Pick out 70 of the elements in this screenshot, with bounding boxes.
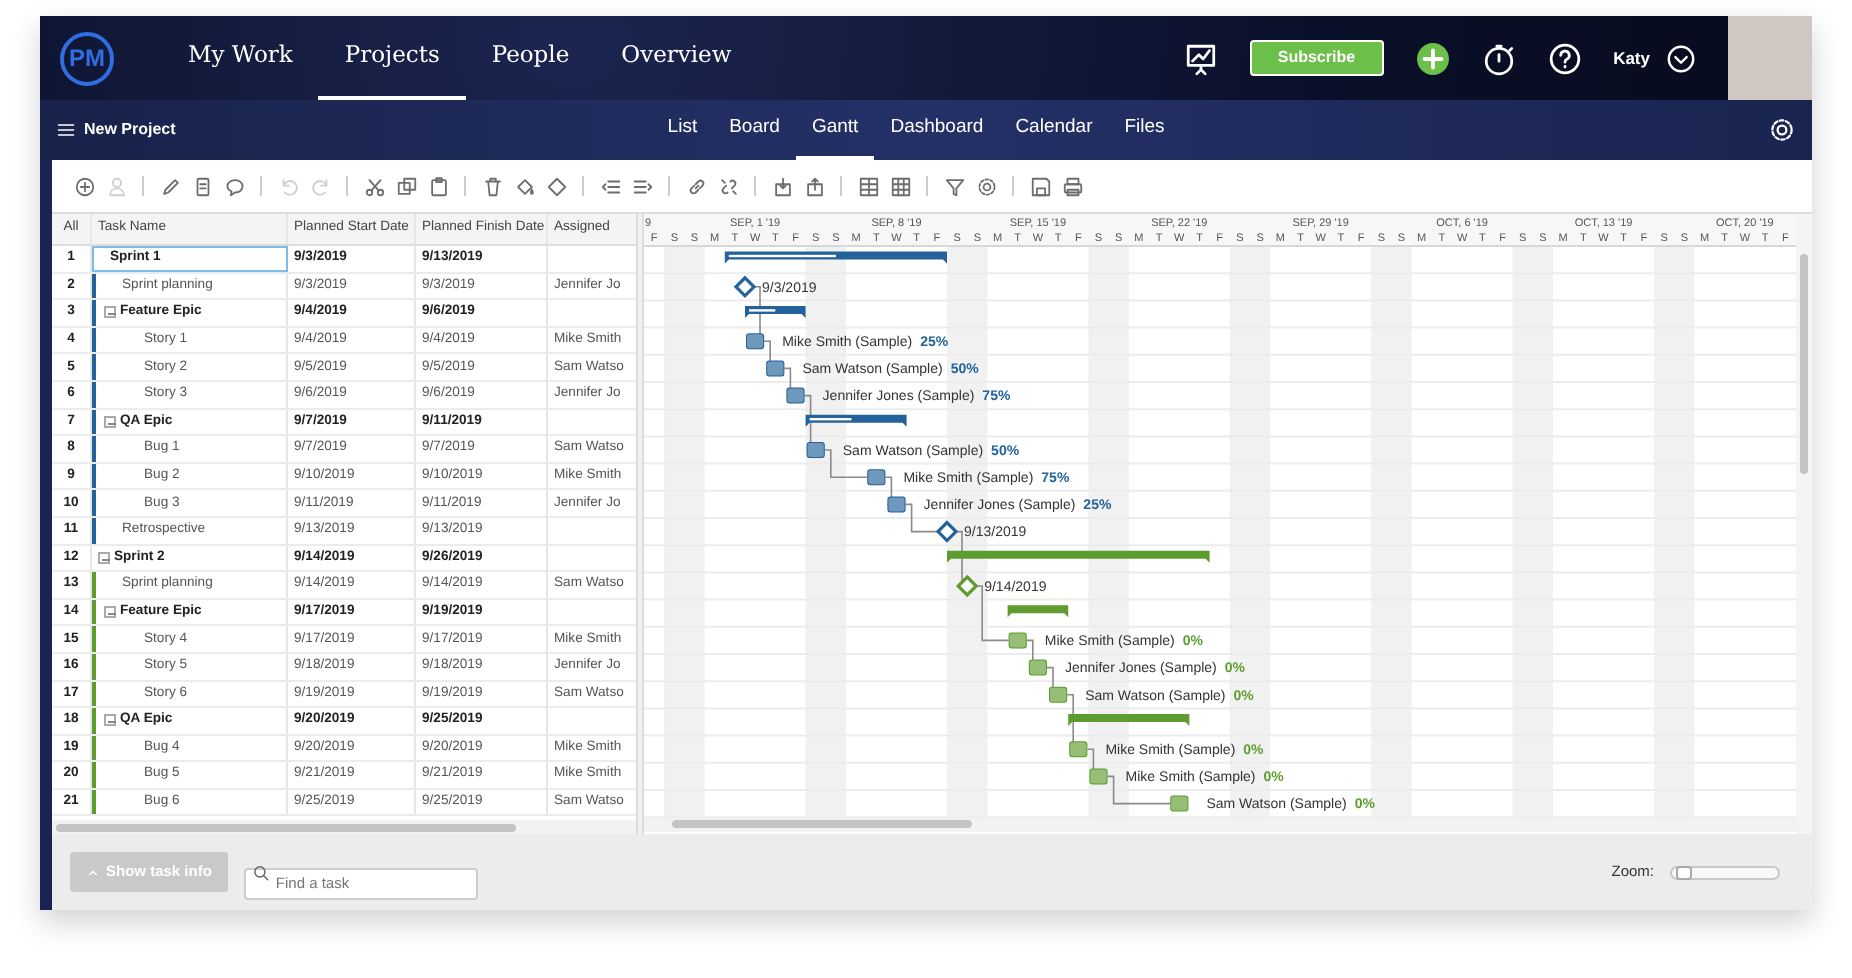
unlink-icon[interactable] — [717, 175, 739, 197]
clipboard-icon[interactable] — [427, 175, 449, 197]
milestone-diamond[interactable] — [935, 520, 959, 543]
task-bar[interactable] — [867, 469, 886, 486]
scissors-icon[interactable] — [363, 175, 385, 197]
scroll-bar[interactable] — [1796, 214, 1812, 834]
stopwatch-icon[interactable] — [1481, 41, 1516, 75]
zoom-slider[interactable] — [1670, 865, 1780, 879]
view-tab[interactable]: Dashboard — [874, 100, 1000, 160]
task-bar[interactable] — [1170, 795, 1189, 812]
trash-icon[interactable] — [481, 175, 503, 197]
logo[interactable]: PM — [60, 31, 114, 85]
search-icon — [251, 863, 270, 881]
paint-bucket-icon[interactable] — [513, 175, 535, 197]
link-icon[interactable] — [685, 175, 707, 197]
outdent-icon[interactable] — [599, 175, 621, 197]
collapse-icon[interactable] — [104, 306, 116, 319]
summary-bar[interactable] — [724, 251, 947, 264]
columns-icon[interactable] — [857, 175, 879, 197]
scroll-bar[interactable] — [52, 820, 636, 834]
photo-placeholder — [1728, 16, 1812, 100]
view-tab[interactable]: List — [651, 100, 714, 160]
print-icon[interactable] — [1061, 175, 1083, 197]
view-tab[interactable]: Calendar — [999, 100, 1109, 160]
summary-bar[interactable] — [805, 414, 907, 427]
user-name[interactable]: Katy — [1613, 45, 1650, 71]
nav-link[interactable]: My Work — [162, 16, 319, 100]
task-bar[interactable] — [1049, 686, 1068, 703]
nav-link[interactable]: People — [465, 16, 596, 100]
connector-line — [824, 449, 868, 478]
add-icon[interactable] — [1415, 41, 1450, 75]
summary-bar[interactable] — [947, 550, 1210, 563]
chevron-icon[interactable] — [1666, 43, 1696, 73]
task-bar[interactable] — [746, 333, 765, 350]
task-bar[interactable] — [766, 360, 785, 377]
menu-icon[interactable] — [56, 120, 76, 140]
summary-bar[interactable] — [745, 306, 806, 318]
document-icon[interactable] — [191, 175, 213, 197]
presentation-icon[interactable] — [1183, 41, 1218, 75]
view-tab[interactable]: Files — [1108, 100, 1181, 160]
summary-bar[interactable] — [1007, 605, 1069, 618]
task-bar[interactable] — [1028, 659, 1047, 676]
help-icon[interactable] — [1547, 41, 1582, 75]
diamond-icon[interactable] — [545, 175, 567, 197]
comment-icon[interactable] — [223, 175, 245, 197]
view-tab[interactable]: Board — [713, 100, 796, 160]
caret-icon — [86, 865, 100, 879]
task-bar[interactable] — [1089, 768, 1108, 785]
table-icon[interactable] — [889, 175, 911, 197]
import-icon[interactable] — [771, 175, 793, 197]
task-bar[interactable] — [887, 496, 906, 513]
project-title: New Project — [84, 118, 176, 142]
export-icon[interactable] — [803, 175, 825, 197]
collapse-icon[interactable] — [104, 714, 116, 727]
summary-bar[interactable] — [1068, 714, 1190, 726]
filter-icon[interactable] — [943, 175, 965, 197]
pencil-icon[interactable] — [159, 175, 181, 197]
collapse-icon[interactable] — [98, 551, 110, 564]
copy-icon[interactable] — [395, 175, 417, 197]
task-bar[interactable] — [1008, 632, 1027, 649]
collapse-icon[interactable] — [104, 415, 116, 428]
milestone-diamond[interactable] — [955, 574, 979, 598]
task-bar[interactable] — [786, 387, 805, 404]
task-bar[interactable] — [1069, 741, 1088, 758]
slider-thumb[interactable] — [1676, 865, 1693, 879]
milestone-diamond[interactable] — [733, 275, 757, 299]
indent-icon[interactable] — [631, 175, 653, 197]
collapse-icon[interactable] — [104, 606, 116, 619]
save-icon[interactable] — [1029, 175, 1051, 197]
nav-link[interactable]: Overview — [595, 16, 758, 100]
